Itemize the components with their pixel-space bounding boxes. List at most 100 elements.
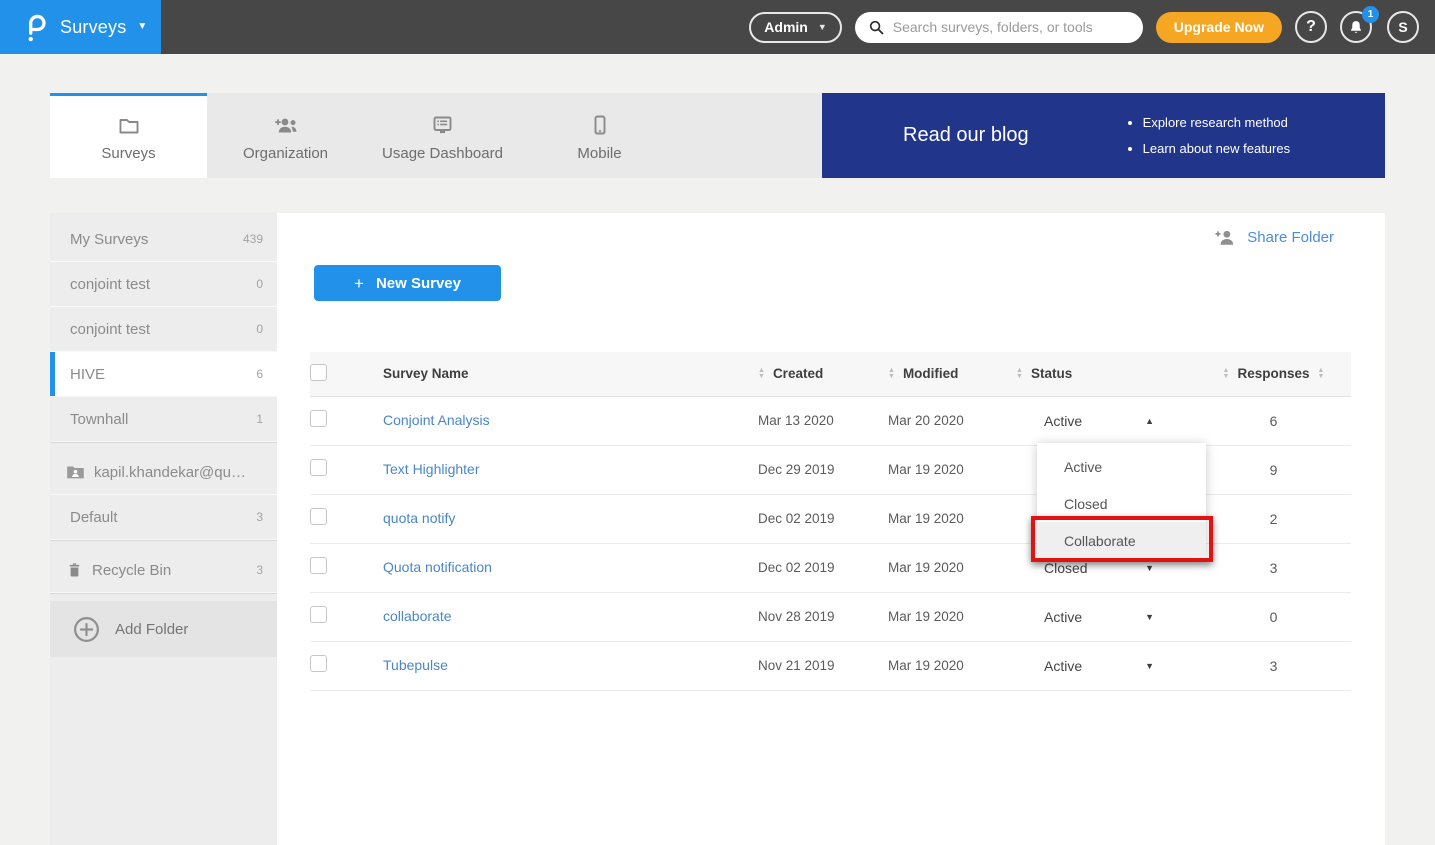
status-option-collaborate[interactable]: Collaborate (1037, 522, 1206, 559)
sidebar-item-my-surveys[interactable]: My Surveys 439 (50, 217, 277, 262)
notification-badge: 1 (1362, 6, 1379, 23)
upgrade-now-button[interactable]: Upgrade Now (1156, 12, 1282, 43)
tabs-spacer (678, 93, 822, 178)
search-input[interactable] (893, 19, 1130, 35)
row-checkbox[interactable] (310, 410, 327, 427)
caret-icon: ▼ (1145, 612, 1154, 622)
folder-count: 3 (256, 563, 263, 577)
tab-label: Surveys (101, 145, 155, 162)
modified-cell: Mar 19 2020 (888, 592, 1016, 641)
chevron-down-icon: ▼ (818, 23, 827, 32)
survey-name-link[interactable]: Text Highlighter (383, 461, 480, 477)
admin-dropdown[interactable]: Admin ▼ (749, 12, 841, 43)
column-header-modified[interactable]: ▲▼ Modified (888, 352, 1016, 396)
sidebar-item-hive[interactable]: HIVE 6 (50, 352, 277, 397)
admin-label: Admin (764, 19, 808, 35)
created-cell: Dec 02 2019 (758, 543, 888, 592)
tab-organization[interactable]: Organization (207, 93, 364, 178)
survey-name-link[interactable]: collaborate (383, 608, 452, 624)
sidebar-divider (50, 593, 277, 601)
sidebar-filler (50, 657, 277, 845)
status-option-closed[interactable]: Closed (1037, 485, 1206, 522)
column-header-status[interactable]: ▲▼ Status (1016, 352, 1196, 396)
sidebar-item-recycle-bin[interactable]: Recycle Bin 3 (50, 548, 277, 593)
modified-cell: Mar 19 2020 (888, 445, 1016, 494)
sort-icon: ▲▼ (758, 368, 765, 380)
sort-icon: ▲▼ (1016, 368, 1023, 380)
row-checkbox[interactable] (310, 557, 327, 574)
caret-icon: ▼ (1145, 661, 1154, 671)
folder-count: 6 (256, 367, 263, 381)
sidebar-divider (50, 442, 277, 450)
avatar-initial: S (1398, 19, 1407, 35)
status-dropdown-toggle[interactable]: Active ▲ (1016, 413, 1196, 429)
responses-cell: 3 (1196, 641, 1351, 690)
plus-circle-icon (72, 615, 101, 644)
caret-icon: ▲ (1145, 416, 1154, 426)
folder-icon (116, 113, 142, 137)
selected-indicator (50, 352, 55, 396)
product-switcher[interactable]: Surveys ▼ (0, 0, 161, 54)
column-header-created[interactable]: ▲▼ Created (758, 352, 888, 396)
survey-name-link[interactable]: Tubepulse (383, 657, 448, 673)
sidebar-item-conjoint-test-2[interactable]: conjoint test 0 (50, 307, 277, 352)
responses-cell: 0 (1196, 592, 1351, 641)
tab-surveys[interactable]: Surveys (50, 93, 207, 178)
caret-icon: ▼ (1145, 563, 1154, 573)
folder-count: 0 (256, 277, 263, 291)
help-button[interactable]: ? (1295, 11, 1327, 43)
created-cell: Dec 02 2019 (758, 494, 888, 543)
folder-count: 3 (256, 510, 263, 524)
chevron-down-icon: ▼ (137, 22, 147, 32)
add-folder-button[interactable]: Add Folder (50, 601, 277, 657)
survey-name-link[interactable]: Quota notification (383, 559, 492, 575)
sidebar-item-shared-account[interactable]: kapil.khandekar@que… (50, 450, 277, 495)
tab-mobile[interactable]: Mobile (521, 93, 678, 178)
column-header-survey-name[interactable]: Survey Name (383, 352, 758, 396)
row-checkbox[interactable] (310, 606, 327, 623)
new-survey-label: New Survey (376, 275, 461, 292)
responses-cell: 9 (1196, 445, 1351, 494)
share-folder-label: Share Folder (1247, 229, 1334, 246)
share-folder-button[interactable]: Share Folder (1214, 228, 1334, 247)
row-checkbox[interactable] (310, 508, 327, 525)
folder-count: 1 (256, 412, 263, 426)
folder-content: Share Folder + New Survey Survey Name (277, 213, 1385, 845)
row-checkbox[interactable] (310, 655, 327, 672)
row-checkbox[interactable] (310, 459, 327, 476)
responses-cell: 3 (1196, 543, 1351, 592)
modified-cell: Mar 20 2020 (888, 396, 1016, 445)
notifications-button[interactable]: 1 (1340, 10, 1374, 44)
modified-cell: Mar 19 2020 (888, 494, 1016, 543)
shared-folder-icon (66, 464, 85, 480)
modified-cell: Mar 19 2020 (888, 641, 1016, 690)
global-search[interactable] (855, 12, 1143, 43)
new-survey-button[interactable]: + New Survey (314, 265, 501, 301)
status-dropdown-toggle[interactable]: Closed ▼ (1016, 560, 1196, 576)
folder-count: 0 (256, 322, 263, 336)
created-cell: Nov 28 2019 (758, 592, 888, 641)
sidebar-item-conjoint-test-1[interactable]: conjoint test 0 (50, 262, 277, 307)
sidebar-item-townhall[interactable]: Townhall 1 (50, 397, 277, 442)
created-cell: Nov 21 2019 (758, 641, 888, 690)
survey-name-link[interactable]: Conjoint Analysis (383, 412, 490, 428)
sort-icon: ▲▼ (1318, 368, 1325, 380)
trash-icon (66, 561, 83, 579)
column-header-responses[interactable]: ▲▼ Responses ▲▼ (1196, 352, 1351, 396)
status-dropdown-toggle[interactable]: Active ▼ (1016, 658, 1196, 674)
survey-name-link[interactable]: quota notify (383, 510, 455, 526)
sidebar-divider (50, 540, 277, 548)
user-avatar[interactable]: S (1387, 11, 1419, 43)
product-name: Surveys (60, 17, 126, 38)
status-dropdown-toggle[interactable]: Active ▼ (1016, 609, 1196, 625)
sidebar-item-default[interactable]: Default 3 (50, 495, 277, 540)
banner-bullet: Explore research method (1143, 110, 1290, 136)
select-all-checkbox[interactable] (310, 364, 327, 381)
bell-icon (1348, 19, 1364, 36)
question-mark-icon: ? (1306, 18, 1316, 36)
banner-title[interactable]: Read our blog (903, 124, 1029, 147)
responses-cell: 6 (1196, 396, 1351, 445)
tab-usage-dashboard[interactable]: Usage Dashboard (364, 93, 521, 178)
status-option-active[interactable]: Active (1037, 448, 1206, 485)
blog-banner[interactable]: Read our blog Explore research method Le… (822, 93, 1385, 178)
